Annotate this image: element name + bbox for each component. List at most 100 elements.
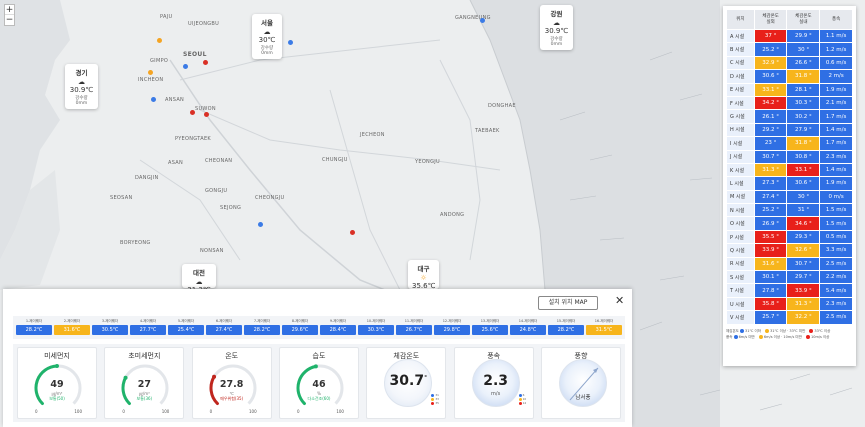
map-marker[interactable] [480,18,485,23]
cell-wind: 2.1 m/s [819,95,853,111]
region-card-gangwon[interactable]: 강원 ☁ 30.9℃ 강수량 0mm [540,5,573,50]
table-row[interactable]: P 시설 35.5 ° 29.3 ° 0.5 m/s [726,229,853,245]
map-marker[interactable] [157,38,162,43]
cloud-icon: ☁ [195,278,203,286]
sensor-detail-panel: 설치 위치 MAP ✕ 1-제이웨더 28.2℃ 2-제이웨더 31.6℃ 3-제이웨더… [3,289,632,427]
table-row[interactable]: R 시설 31.6 ° 30.7 ° 2.5 m/s [726,256,853,272]
gauge-marker [313,364,318,369]
region-card-daegu[interactable]: 대구 ☼ 35.6℃ 강수량 0mm [408,260,439,302]
cell-location: K 시설 [726,162,755,178]
map-marker[interactable] [258,222,263,227]
table-row[interactable]: Q 시설 33.9 ° 32.6 ° 3.3 m/s [726,243,853,258]
close-icon[interactable]: ✕ [615,295,624,307]
sensor-item[interactable]: 5-제이웨더 25.4℃ [168,318,204,337]
sensor-item[interactable]: 4-제이웨더 27.7℃ [130,318,166,337]
sensor-list: 1-제이웨더 28.2℃ 2-제이웨더 31.6℃ 3-제이웨더 30.5℃ 4-제이웨더 2… [13,316,625,339]
table-row[interactable]: O 시설 26.9 ° 34.6 ° 1.5 m/s [726,216,853,231]
cell-location: E 시설 [726,82,755,97]
cell-feels-indoor: 30 ° [786,42,821,57]
map-marker[interactable] [288,40,293,45]
sensor-item[interactable]: 10-제이웨더 30.3℃ [358,318,394,337]
table-row[interactable]: S 시설 30.1 ° 29.7 ° 2.2 m/s [726,270,853,285]
zoom-out-button[interactable]: − [5,15,14,25]
sensor-item[interactable]: 1-제이웨더 28.2℃ [16,318,52,337]
table-row[interactable]: D 시설 30.6 ° 31.8 ° 2 m/s [726,69,853,84]
map-marker[interactable] [350,230,355,235]
gauge-status: 다소건조(60) [307,396,331,401]
sensor-item[interactable]: 11-제이웨더 26.7℃ [396,318,432,337]
cell-feels-indoor: 32.2 ° [786,310,821,325]
region-card-seoul[interactable]: 서울 ☁ 30℃ 강수량 0mm [252,14,282,59]
cell-feels-indoor: 30 ° [786,189,821,205]
region-card-daejeon[interactable]: 대전 ☁ 31.3℃ [182,264,216,294]
map-marker[interactable] [190,110,195,115]
map-marker[interactable] [151,97,156,102]
map-label: CHEONAN [205,158,233,164]
legend-swatch [765,328,770,333]
cell-feels-outdoor: 29.2 ° [753,122,788,138]
cell-feels-outdoor: 25.2 ° [753,42,788,57]
map-label: NONSAN [200,248,224,254]
cell-wind: 2.5 m/s [819,310,853,325]
table-row[interactable]: H 시설 29.2 ° 27.9 ° 1.4 m/s [726,122,853,138]
table-row[interactable]: I 시설 23 ° 31.8 ° 1.7 m/s [726,136,853,151]
gauge-value: 27 [137,379,151,390]
table-row[interactable]: L 시설 27.3 ° 30.6 ° 1.9 m/s [726,176,853,191]
table-row[interactable]: K 시설 31.3 ° 33.1 ° 1.4 m/s [726,162,853,178]
map-marker[interactable] [203,60,208,65]
table-row[interactable]: T 시설 27.8 ° 33.9 ° 5.4 m/s [726,283,853,298]
table-row[interactable]: F 시설 34.2 ° 30.3 ° 2.1 m/s [726,95,853,111]
sensor-item[interactable]: 3-제이웨더 30.5℃ [92,318,128,337]
table-row[interactable]: V 시설 25.7 ° 32.2 ° 2.5 m/s [726,310,853,325]
map-label: PYEONGTAEK [175,136,212,142]
sensor-item[interactable]: 8-제이웨더 29.6℃ [282,318,318,337]
gauge-min: 0 [296,409,300,414]
cell-feels-outdoor: 30.7 ° [753,149,788,164]
sensor-name: 5-제이웨더 [177,319,195,323]
sensor-item[interactable]: 7-제이웨더 28.2℃ [244,318,280,337]
sensor-item[interactable]: 13-제이웨더 25.6℃ [472,318,508,337]
zoom-control: + − [4,4,15,26]
table-row[interactable]: E 시설 33.1 ° 28.1 ° 1.9 m/s [726,82,853,97]
table-row[interactable]: G 시설 26.1 ° 30.2 ° 1.7 m/s [726,109,853,124]
table-row[interactable]: J 시설 30.7 ° 30.8 ° 2.3 m/s [726,149,853,164]
facility-table: 위치 체감온도 실외 체감온도 실내 풍속 A 시설 37 ° 29.9 ° 1.1 … [726,9,853,325]
cell-location: I 시설 [726,136,755,151]
region-card-gyeonggi[interactable]: 경기 ☁ 30.9℃ 강수량 0mm [65,64,98,109]
sensor-name: 2-제이웨더 [63,319,81,323]
header-location: 위치 [726,9,755,30]
legend-text: 6m/s 이상 · 10m/s 미만 [763,334,802,339]
sensor-item[interactable]: 6-제이웨더 27.4℃ [206,318,242,337]
map-label: INCHEON [138,77,164,83]
table-row[interactable]: B 시설 25.2 ° 30 ° 1.2 m/s [726,42,853,57]
table-row[interactable]: C 시설 32.9 ° 26.6 ° 0.6 m/s [726,55,853,71]
cell-location: C 시설 [726,55,755,71]
map-marker[interactable] [183,64,188,69]
table-row[interactable]: N 시설 25.2 ° 31 ° 1.5 m/s [726,203,853,218]
cell-feels-indoor: 31 ° [786,203,821,218]
sensor-item[interactable]: 12-제이웨더 29.8℃ [434,318,470,337]
gauge-value: 27.8 [219,379,244,390]
sensor-item[interactable]: 14-제이웨더 24.8℃ [510,318,546,337]
install-map-button[interactable]: 설치 위치 MAP [538,296,598,310]
cell-feels-indoor: 28.1 ° [786,82,821,97]
cell-feels-outdoor: 30.6 ° [753,69,788,84]
cell-feels-outdoor: 31.6 ° [753,256,788,272]
zoom-in-button[interactable]: + [5,5,14,15]
table-row[interactable]: M 시설 27.4 ° 30 ° 0 m/s [726,189,853,205]
map-marker[interactable] [148,70,153,75]
table-row[interactable]: U 시설 35.8 ° 31.3 ° 2.3 m/s [726,296,853,312]
cell-feels-indoor: 29.9 ° [786,28,821,44]
sensor-item[interactable]: 2-제이웨더 31.6℃ [54,318,90,337]
sensor-item[interactable]: 16-제이웨더 31.5℃ [586,318,622,337]
cell-location: B 시설 [726,42,755,57]
legend-swatch [805,334,810,339]
table-row[interactable]: A 시설 37 ° 29.9 ° 1.1 m/s [726,28,853,44]
gauge-max: 100 [249,409,257,414]
sensor-item[interactable]: 15-제이웨더 28.2℃ [548,318,584,337]
map-marker[interactable] [204,112,209,117]
wind-speed-unit: m/s [491,391,501,397]
sensor-name: 4-제이웨더 [139,319,157,323]
cell-wind: 0.5 m/s [819,229,853,245]
sensor-item[interactable]: 9-제이웨더 28.4℃ [320,318,356,337]
